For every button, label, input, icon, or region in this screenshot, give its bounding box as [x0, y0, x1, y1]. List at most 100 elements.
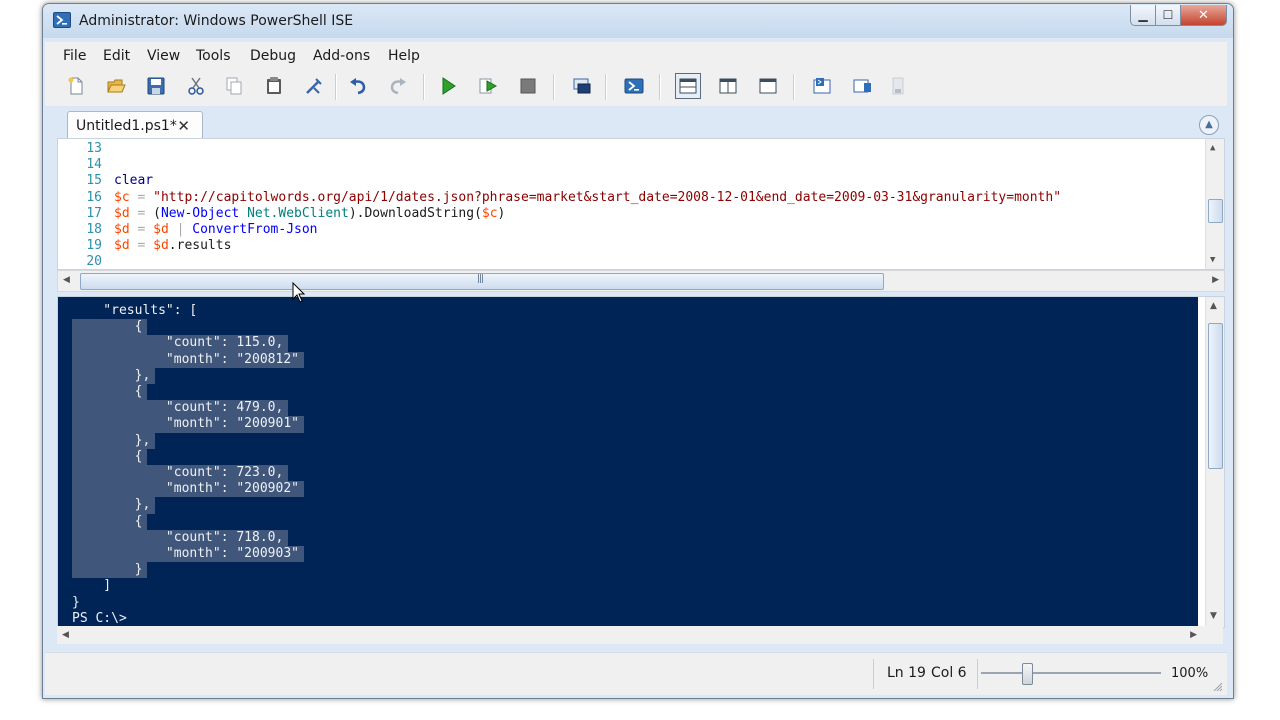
console-line: "month": "200812": [72, 351, 299, 367]
line-number-gutter: 17: [86, 205, 102, 221]
console-line: }: [72, 562, 143, 578]
maximize-button[interactable]: ☐: [1156, 5, 1181, 26]
console-line: ]: [72, 578, 112, 594]
script-tab[interactable]: Untitled1.ps1* ✕: [67, 111, 203, 140]
toolbar-overflow-handle[interactable]: [891, 75, 905, 97]
close-tab-icon[interactable]: ✕: [177, 117, 190, 135]
stop-button[interactable]: [517, 75, 539, 97]
close-icon: ✕: [1198, 7, 1209, 23]
editor-vertical-scrollbar[interactable]: ▲ ▼: [1205, 139, 1224, 269]
save-button[interactable]: [145, 75, 167, 97]
title-bar[interactable]: Administrator: Windows PowerShell ISE ▁ …: [43, 4, 1233, 38]
script-tab-label: Untitled1.ps1*: [76, 118, 177, 134]
new-file-icon: [68, 77, 83, 95]
layout-top-button[interactable]: [675, 73, 701, 99]
console-line: },: [72, 432, 151, 448]
line-number-gutter: 19: [86, 238, 102, 254]
console-vscroll-thumb[interactable]: [1208, 323, 1223, 469]
minimize-button[interactable]: ▁: [1130, 5, 1156, 26]
script-editor[interactable]: ▲ ▼ 13 14 15 clear 16 $c = "http://capitolwor…: [57, 138, 1225, 270]
menu-help[interactable]: Help: [388, 48, 420, 64]
open-button[interactable]: [105, 75, 127, 97]
console-line: "month": "200903": [72, 546, 299, 561]
console-line: }: [72, 594, 80, 610]
code-token: (: [474, 205, 482, 221]
show-script-pane-button[interactable]: [811, 75, 833, 97]
scroll-down-icon[interactable]: ▼: [1210, 611, 1217, 621]
line-number-gutter: 15: [86, 173, 102, 189]
code-token: DownloadString: [364, 205, 475, 221]
editor-vscroll-thumb[interactable]: [1208, 199, 1223, 223]
clear-icon: [306, 78, 322, 94]
run-selection-button[interactable]: [477, 75, 499, 97]
start-powershell-button[interactable]: [623, 75, 645, 97]
scroll-up-icon[interactable]: ▲: [1210, 143, 1215, 153]
code-text: $d = $d.results: [114, 238, 231, 253]
undo-button[interactable]: [347, 75, 369, 97]
console-horizontal-scrollbar[interactable]: ◀ ▶: [57, 626, 1223, 644]
scroll-left-icon[interactable]: ◀: [62, 630, 69, 640]
save-icon: [147, 77, 165, 95]
menu-view[interactable]: View: [147, 48, 180, 64]
show-script-icon: [813, 78, 831, 94]
grip-icon: |||: [477, 274, 484, 284]
window-title: Administrator: Windows PowerShell ISE: [79, 13, 354, 29]
code-text: $d = $d | ConvertFrom-Json: [114, 222, 318, 237]
scroll-up-icon[interactable]: ▲: [1210, 301, 1217, 311]
scroll-right-icon[interactable]: ▶: [1212, 275, 1219, 285]
console-line: {: [72, 448, 143, 464]
menu-file[interactable]: File: [63, 48, 86, 64]
scroll-down-icon[interactable]: ▼: [1210, 255, 1215, 265]
console-vertical-scrollbar[interactable]: ▲ ▼: [1205, 297, 1224, 627]
console-pane[interactable]: "results": [ { "count": 115.0, "month": …: [57, 296, 1225, 628]
editor-hscroll-thumb[interactable]: |||: [80, 273, 884, 290]
code-token: $c: [114, 189, 130, 205]
console-line: "month": "200901": [72, 416, 299, 432]
code-token: =: [129, 222, 154, 237]
console-output[interactable]: "results": [ { "count": 115.0, "month": …: [58, 297, 1198, 627]
scroll-left-icon[interactable]: ◀: [63, 275, 70, 285]
paste-button[interactable]: [263, 75, 285, 97]
redo-button[interactable]: [387, 75, 409, 97]
cut-button[interactable]: [185, 75, 207, 97]
code-text: $d = (New-Object Net.WebClient).Download…: [114, 206, 505, 221]
menu-tools[interactable]: Tools: [196, 48, 231, 64]
resize-grip-icon[interactable]: [1213, 682, 1223, 692]
collapse-script-pane-button[interactable]: ▲: [1199, 115, 1219, 135]
chevron-up-icon: ▲: [1205, 119, 1213, 130]
line-number: Ln 19: [887, 665, 926, 681]
column-number: Col 6: [931, 665, 967, 681]
console-line: },: [72, 497, 151, 513]
console-line: "results": [: [72, 303, 198, 318]
close-window-button[interactable]: ✕: [1181, 5, 1227, 26]
code-token: ): [497, 205, 506, 221]
console-line: {: [72, 513, 143, 529]
menu-edit[interactable]: Edit: [103, 48, 130, 64]
copy-button[interactable]: [223, 75, 245, 97]
run-script-button[interactable]: [437, 75, 459, 97]
scroll-right-icon[interactable]: ▶: [1190, 630, 1197, 640]
show-console-pane-button[interactable]: [851, 75, 873, 97]
code-token: ).: [348, 205, 365, 221]
console-line: {: [72, 384, 143, 399]
console-line: "count": 723.0,: [72, 465, 284, 480]
zoom-slider-track[interactable]: [981, 672, 1161, 674]
powershell-ise-window: Administrator: Windows PowerShell ISE ▁ …: [42, 3, 1234, 699]
layout-maximize-button[interactable]: [757, 75, 779, 97]
new-button[interactable]: [65, 75, 87, 97]
powershell-ise-icon: [53, 12, 71, 28]
layout-right-button[interactable]: [717, 75, 739, 97]
paste-icon: [267, 77, 281, 94]
code-token: .results: [168, 238, 232, 254]
layout-top-icon: [679, 78, 697, 94]
line-number-gutter: 14: [86, 157, 102, 173]
zoom-slider-thumb[interactable]: [1022, 663, 1033, 685]
menu-add-ons[interactable]: Add-ons: [313, 48, 370, 64]
menu-debug[interactable]: Debug: [250, 48, 296, 64]
editor-horizontal-scrollbar[interactable]: ◀ ||| ▶: [57, 270, 1225, 292]
clear-console-button[interactable]: [303, 75, 325, 97]
menu-bar: File Edit View Tools Debug Add-ons Help: [45, 42, 1227, 70]
console-line: "month": "200902": [72, 481, 299, 497]
new-remote-tab-button[interactable]: [571, 75, 593, 97]
